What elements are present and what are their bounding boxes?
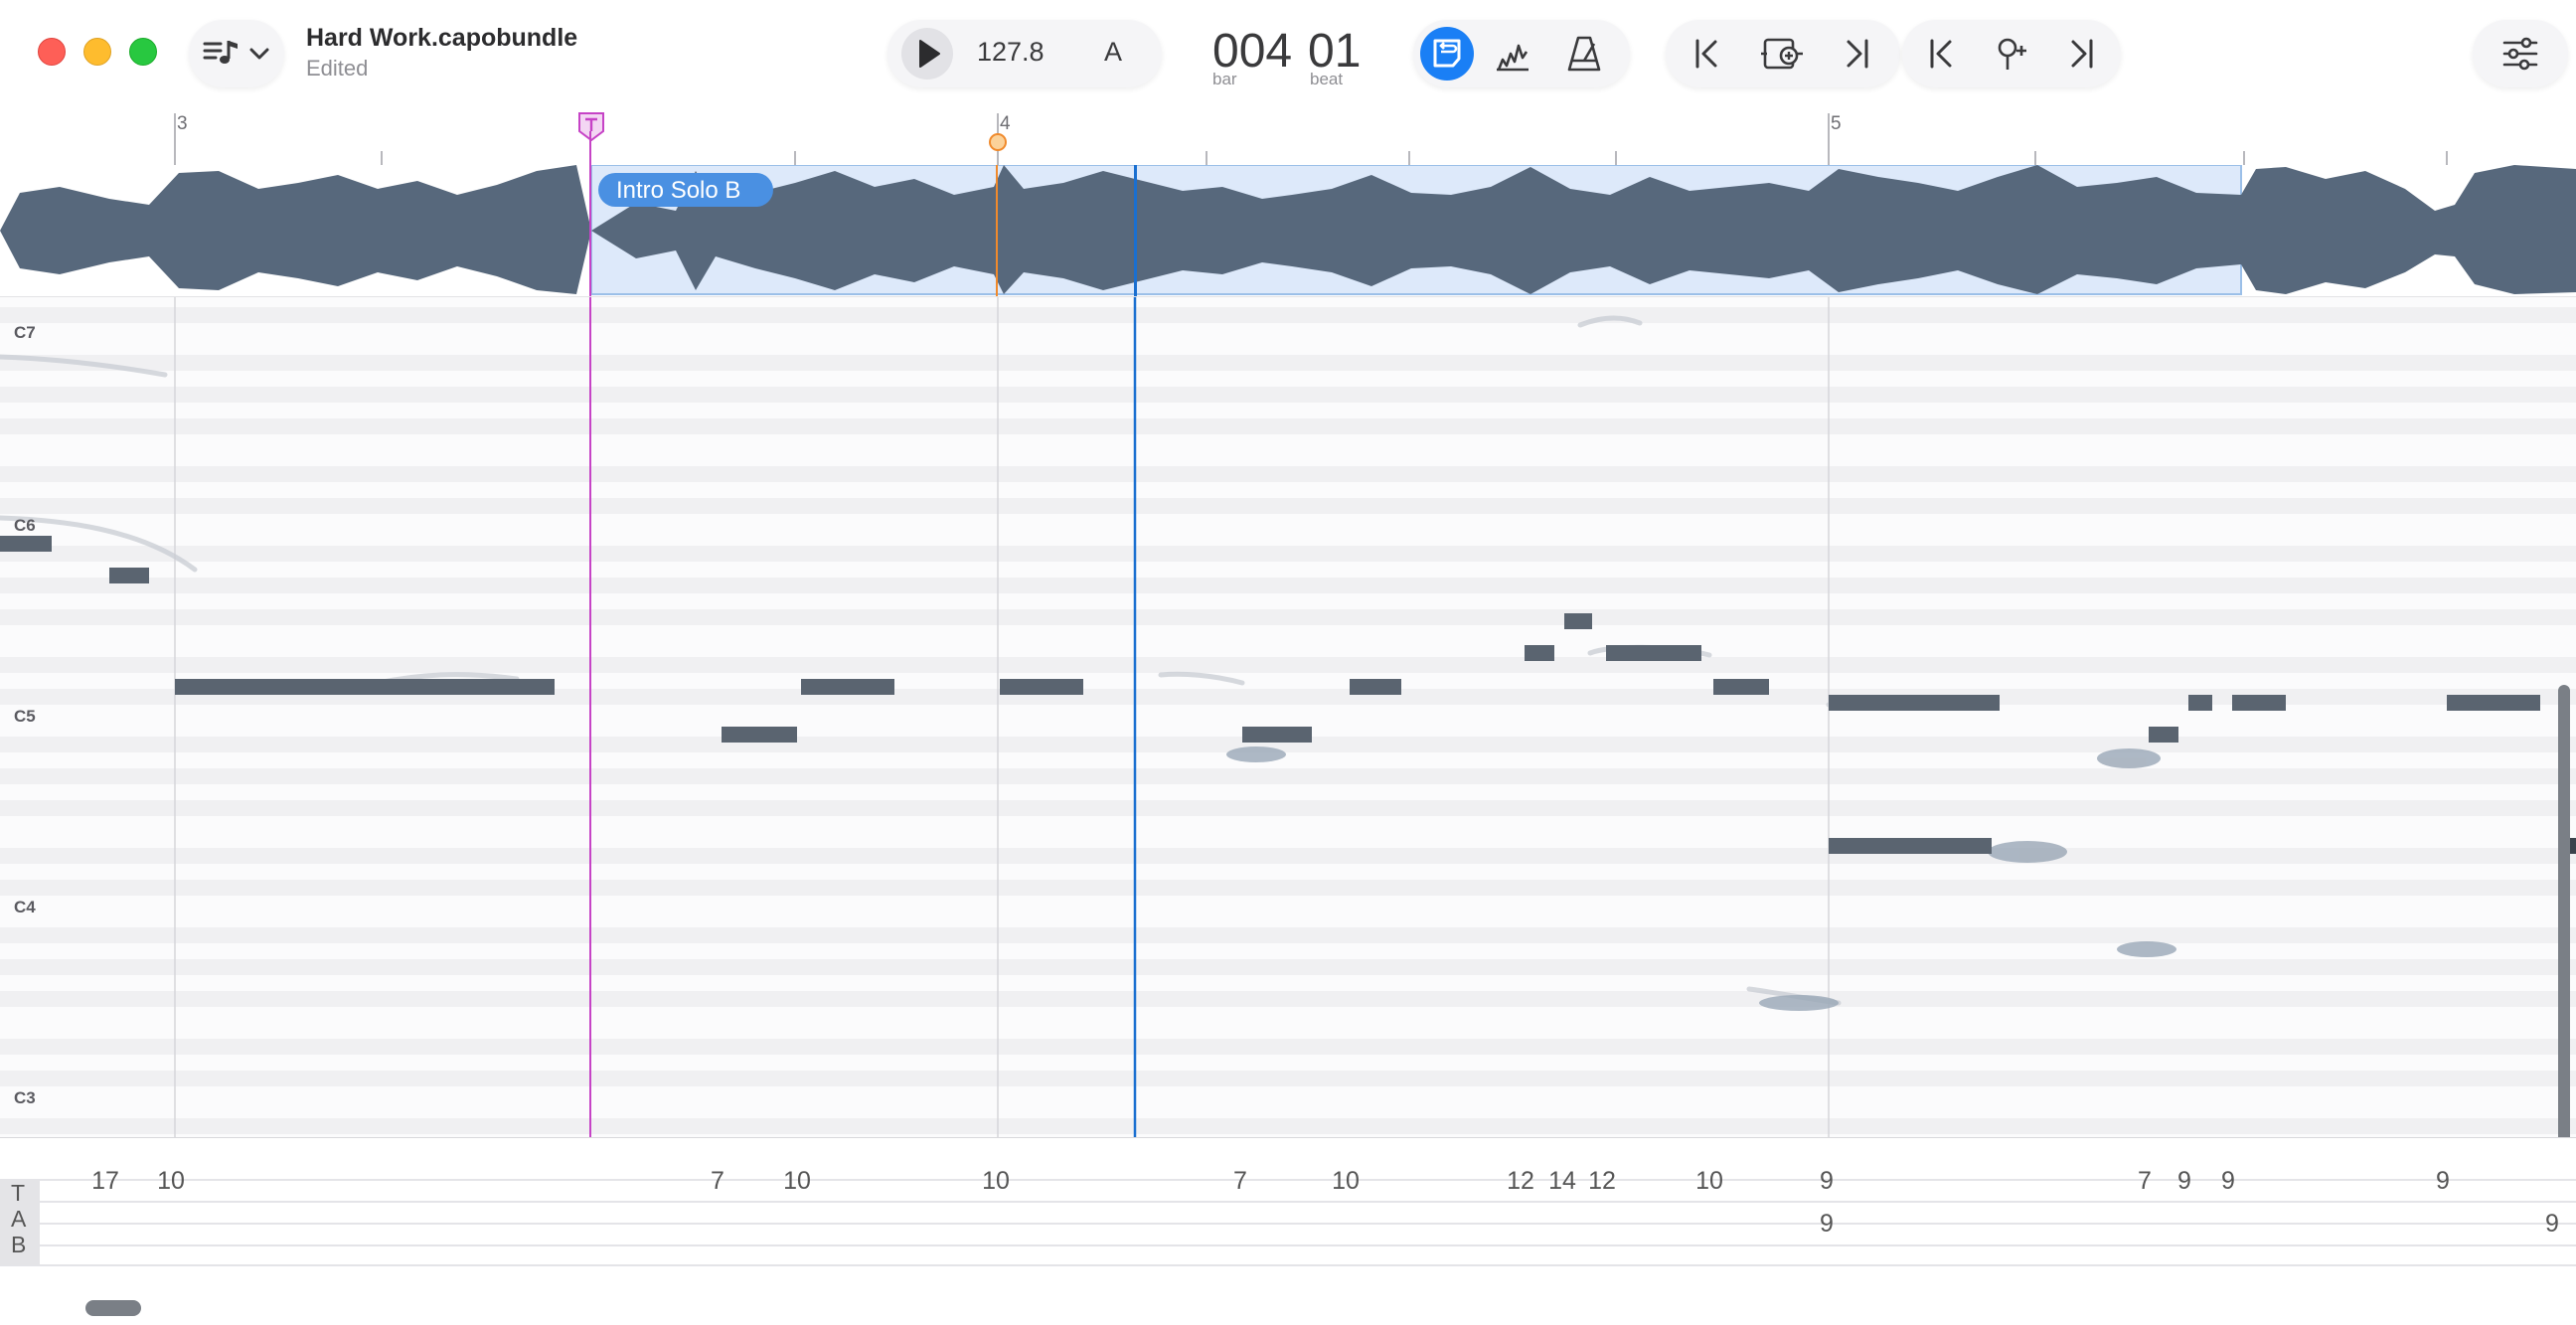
- loop-start-marker[interactable]: [576, 111, 606, 141]
- spectrogram-grid: [0, 297, 2576, 1137]
- marker-navigation: [1666, 20, 1900, 87]
- chevron-down-icon: [249, 48, 269, 60]
- fret-number[interactable]: 7: [1233, 1167, 1247, 1196]
- fret-number[interactable]: 10: [783, 1167, 811, 1196]
- tab-clef-b: B: [11, 1232, 27, 1257]
- pin-add-icon[interactable]: [1994, 34, 2033, 74]
- bar-number-5: 5: [1831, 113, 1842, 134]
- document-title: Hard Work.capobundle: [306, 24, 578, 52]
- fret-number[interactable]: 17: [91, 1167, 119, 1196]
- playhead-line[interactable]: [1134, 165, 1137, 296]
- tablature[interactable]: T A B 17 10 7 10 10 7 10 12 14 12 10 9 9…: [0, 1137, 2576, 1324]
- position-bar-label: bar: [1212, 70, 1237, 88]
- pitch-label-c7: C7: [14, 323, 36, 342]
- fret-number[interactable]: 9: [1820, 1210, 1834, 1239]
- waveform-graphic: [0, 165, 2576, 296]
- settings-button[interactable]: [2473, 20, 2568, 87]
- fret-number[interactable]: 12: [1588, 1167, 1616, 1196]
- pitch-label-c6: C6: [14, 516, 36, 535]
- play-button[interactable]: [901, 28, 953, 80]
- fret-number[interactable]: 9: [2177, 1167, 2191, 1196]
- add-marker-icon[interactable]: [1759, 34, 1805, 74]
- metronome-icon[interactable]: [1562, 32, 1606, 76]
- next-marker-icon[interactable]: [2065, 38, 2097, 70]
- fret-number[interactable]: 7: [711, 1167, 724, 1196]
- play-icon: [919, 40, 940, 68]
- fret-number[interactable]: 10: [1695, 1167, 1723, 1196]
- loop-toggle-button[interactable]: [1420, 27, 1474, 81]
- piano-roll[interactable]: C7 C6 C5 C4 C3: [0, 296, 2576, 1137]
- song-menu-button[interactable]: [189, 20, 284, 87]
- fret-number[interactable]: 9: [1820, 1167, 1834, 1196]
- loop-start-line: [589, 131, 591, 296]
- close-window-button[interactable]: [38, 38, 66, 66]
- toolbar: Hard Work.capobundle Edited 127.8 A 004 …: [0, 0, 2576, 111]
- fret-number[interactable]: 10: [157, 1167, 185, 1196]
- fret-number[interactable]: 10: [1332, 1167, 1360, 1196]
- loop-icon: [1433, 39, 1461, 68]
- song-menu-icon: [203, 41, 238, 64]
- pitch-label-c4: C4: [14, 898, 36, 916]
- transport-controls: 127.8 A: [887, 20, 1162, 87]
- section-navigation: [1902, 20, 2121, 87]
- beat-detect-icon[interactable]: [1493, 34, 1532, 74]
- skip-forward-icon[interactable]: [1841, 38, 1872, 70]
- pitch-label-c3: C3: [14, 1088, 36, 1107]
- vertical-scrollbar[interactable]: [2558, 685, 2570, 1137]
- tempo-display[interactable]: 127.8: [977, 37, 1045, 68]
- fret-number[interactable]: 9: [2221, 1167, 2235, 1196]
- waveform-overview[interactable]: Intro Solo B: [0, 165, 2576, 296]
- fret-number[interactable]: 12: [1507, 1167, 1534, 1196]
- fret-number[interactable]: 7: [2138, 1167, 2152, 1196]
- timeline-ruler[interactable]: 3 4 5: [0, 111, 2576, 165]
- fret-number[interactable]: 14: [1548, 1167, 1576, 1196]
- settings-sliders-icon: [2502, 37, 2538, 71]
- minimize-window-button[interactable]: [83, 38, 111, 66]
- horizontal-scrollbar[interactable]: [85, 1300, 141, 1316]
- fret-number[interactable]: 10: [982, 1167, 1010, 1196]
- key-display[interactable]: A: [1104, 37, 1122, 68]
- skip-back-icon[interactable]: [1691, 38, 1723, 70]
- tab-clef-t: T: [11, 1180, 26, 1206]
- bar-number-3: 3: [177, 113, 188, 134]
- fret-number[interactable]: 9: [2545, 1210, 2559, 1239]
- cursor-marker[interactable]: [987, 131, 1009, 153]
- position-beat-label: beat: [1310, 70, 1344, 88]
- tab-clef-a: A: [11, 1206, 27, 1232]
- prev-marker-icon[interactable]: [1926, 38, 1958, 70]
- region-label[interactable]: Intro Solo B: [616, 177, 740, 205]
- document-status: Edited: [306, 56, 369, 81]
- zoom-window-button[interactable]: [129, 38, 157, 66]
- mode-toggles: [1413, 20, 1630, 87]
- fret-number[interactable]: 9: [2436, 1167, 2450, 1196]
- pitch-label-c5: C5: [14, 707, 36, 726]
- tab-clef: T A B: [0, 1180, 40, 1265]
- ruler-ticks: [174, 113, 2448, 165]
